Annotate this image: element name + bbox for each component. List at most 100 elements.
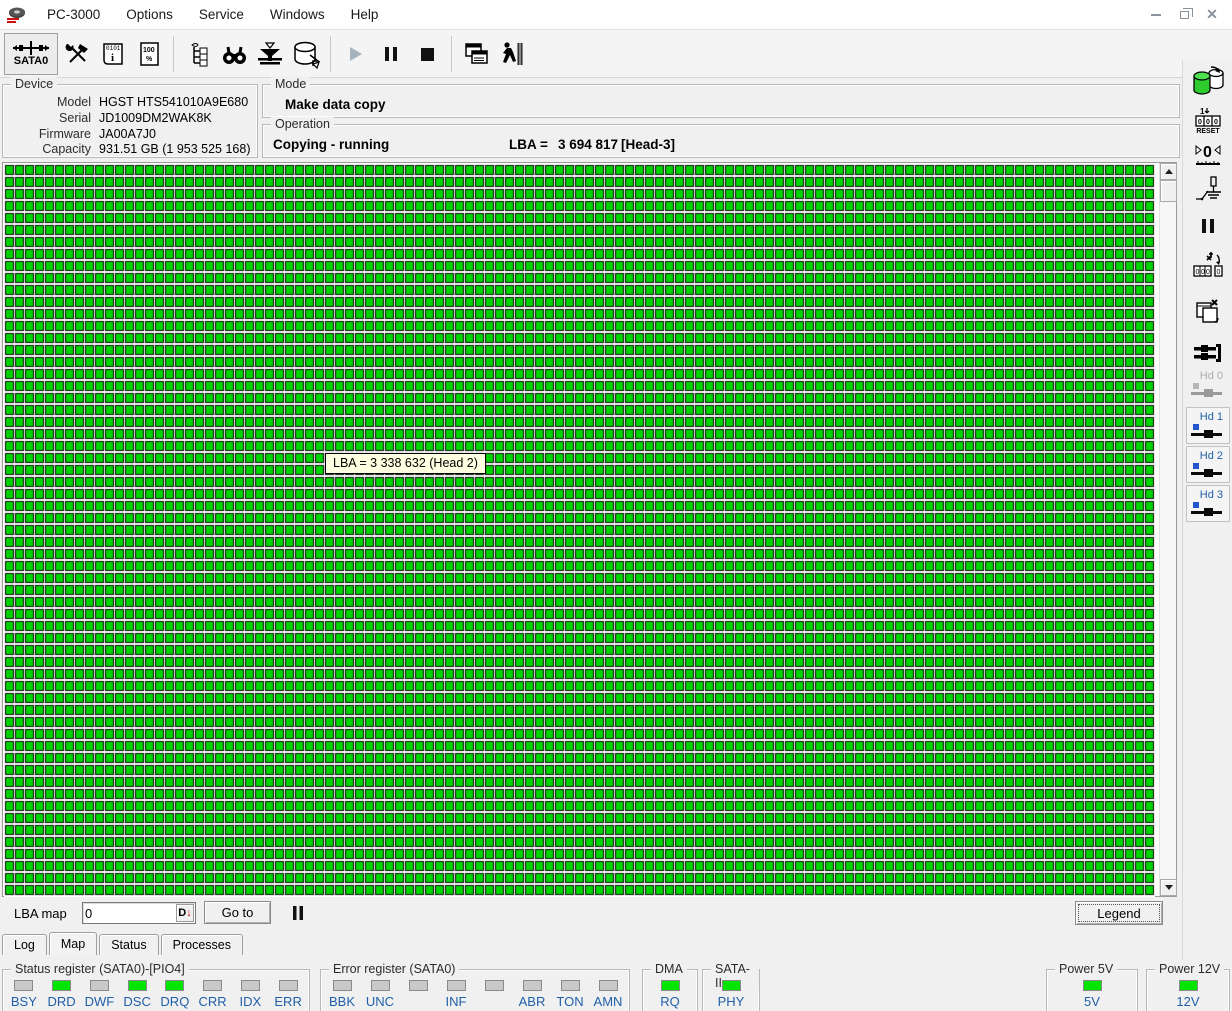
utility-info-icon: 0101 i [98, 39, 128, 69]
tools-button[interactable] [60, 33, 94, 75]
counter-clear-button[interactable]: 0 0 0 0 [1186, 248, 1230, 284]
heads-map-button[interactable] [1186, 338, 1230, 368]
filter-button[interactable] [253, 33, 287, 75]
legend-button[interactable]: Legend [1075, 901, 1163, 925]
map-pause-icon[interactable] [289, 904, 307, 922]
led-indicator [523, 980, 542, 991]
restore-button[interactable] [1170, 4, 1198, 26]
scrollbar-thumb[interactable] [1160, 180, 1177, 202]
head-1-button[interactable]: Hd 1 [1186, 407, 1230, 444]
register-group-status: Status register (SATA0)-[PIO4]BSYDRDDWFD… [2, 969, 310, 1011]
head-test-button[interactable] [1186, 172, 1230, 208]
group-title: Power 5V [1055, 962, 1117, 976]
led-row: RQ [645, 980, 695, 1009]
led-indicator [279, 980, 298, 991]
svg-text:0: 0 [1214, 119, 1218, 126]
group-title: DMA [651, 962, 687, 976]
capacity-value: 931.51 GB (1 953 525 168) [99, 142, 251, 158]
led-indicator [561, 980, 580, 991]
head-arm-icon [1191, 382, 1223, 399]
led-label: DWF [85, 994, 115, 1009]
data-export-button[interactable] [289, 33, 323, 75]
tab-log[interactable]: Log [2, 934, 47, 955]
binoculars-icon [219, 40, 249, 68]
hd1-label: Hd 1 [1200, 412, 1223, 423]
led-row: PHY [705, 980, 757, 1009]
led-label: 5V [1084, 994, 1100, 1009]
lba-input[interactable] [85, 904, 175, 922]
close-task-windows-button[interactable] [1186, 292, 1230, 330]
led-drd: DRD [43, 980, 81, 1009]
led-unc: UNC [361, 980, 399, 1009]
menu-windows[interactable]: Windows [257, 2, 338, 27]
menu-service[interactable]: Service [186, 2, 257, 27]
tree-view-button[interactable] [181, 33, 215, 75]
sata0-port-button[interactable]: SATA0 [4, 33, 58, 75]
group-title: Power 12V [1155, 962, 1224, 976]
pc3000-window: { "window": { "title": "PC-3000", "menu"… [0, 0, 1232, 1011]
led-label: UNC [366, 994, 394, 1009]
led-label: AMN [594, 994, 623, 1009]
exit-button[interactable] [495, 33, 529, 75]
led-dwf: DWF [81, 980, 119, 1009]
device-info: Model HGST HTS541010A9E680 Serial JD1009… [11, 95, 251, 158]
scrollbar-down-button[interactable] [1160, 879, 1177, 896]
utility-info-button[interactable]: 0101 i [96, 33, 130, 75]
svg-text:0: 0 [1217, 269, 1221, 276]
operation-group-title: Operation [271, 117, 334, 131]
recalibrate-button[interactable]: 0 [1186, 136, 1230, 170]
menu-options[interactable]: Options [113, 2, 186, 27]
sidebar-pause-button[interactable] [1186, 210, 1230, 242]
led-indicator [241, 980, 260, 991]
device-firmware-row: Firmware JA00A7J0 [11, 127, 251, 143]
model-value: HGST HTS541010A9E680 [99, 95, 248, 111]
active-task-button[interactable] [1186, 63, 1230, 99]
led-abr: ABR [513, 980, 551, 1009]
map-vertical-scrollbar[interactable] [1159, 163, 1176, 896]
led-label: BSY [11, 994, 37, 1009]
menu-pc3000[interactable]: PC-3000 [34, 2, 113, 27]
minimize-button[interactable] [1142, 4, 1170, 26]
svg-text:0: 0 [1206, 269, 1210, 276]
reset-icon: 1 0 0 0 [1193, 106, 1223, 128]
pause-icon [1198, 216, 1218, 236]
cascade-windows-icon [461, 39, 491, 69]
head-3-button[interactable]: Hd 3 [1186, 485, 1230, 522]
lba-map-panel: LBA = 3 338 632 (Head 2) [2, 162, 1177, 897]
register-group-sata: SATA-IIPHY [702, 969, 760, 1011]
tab-processes[interactable]: Processes [161, 934, 243, 955]
firmware-value: JA00A7J0 [99, 127, 156, 143]
dec-letter: D [178, 908, 186, 919]
tab-map[interactable]: Map [49, 932, 97, 955]
lba-map-label: LBA map [14, 906, 67, 921]
goto-button[interactable]: Go to [204, 901, 271, 924]
dec-format-button[interactable]: D↓ [176, 904, 194, 922]
led-label: RQ [660, 994, 680, 1009]
stop-button[interactable] [410, 33, 444, 75]
start-button[interactable] [338, 33, 372, 75]
operation-group: Operation Copying - running LBA = 3 694 … [262, 124, 1180, 158]
pause-button[interactable] [374, 33, 408, 75]
right-task-sidebar: 1 0 0 0 RESET 0 [1182, 60, 1232, 960]
doc-100-icon: 100 % [134, 39, 164, 69]
led-indicator [128, 980, 147, 991]
scrollbar-up-button[interactable] [1160, 163, 1177, 180]
led-rq: RQ [651, 980, 689, 1009]
sata0-label: SATA0 [14, 55, 48, 67]
pause-icon [378, 40, 404, 68]
lba-map-grid[interactable] [4, 164, 1155, 897]
tab-status[interactable]: Status [99, 934, 158, 955]
led-idx: IDX [232, 980, 270, 1009]
windows-cascade-button[interactable] [459, 33, 493, 75]
reset-button[interactable]: 1 0 0 0 RESET [1186, 102, 1230, 138]
led-indicator [409, 980, 428, 991]
led-label: 12V [1176, 994, 1199, 1009]
search-button[interactable] [217, 33, 251, 75]
close-button[interactable]: ✕ [1198, 4, 1226, 26]
head-arm-icon [1191, 462, 1223, 479]
doc-100-button[interactable]: 100 % [132, 33, 166, 75]
group-title: Error register (SATA0) [329, 962, 459, 976]
menu-help[interactable]: Help [338, 2, 392, 27]
head-2-button[interactable]: Hd 2 [1186, 446, 1230, 483]
operation-head: [Head-3] [621, 137, 675, 152]
